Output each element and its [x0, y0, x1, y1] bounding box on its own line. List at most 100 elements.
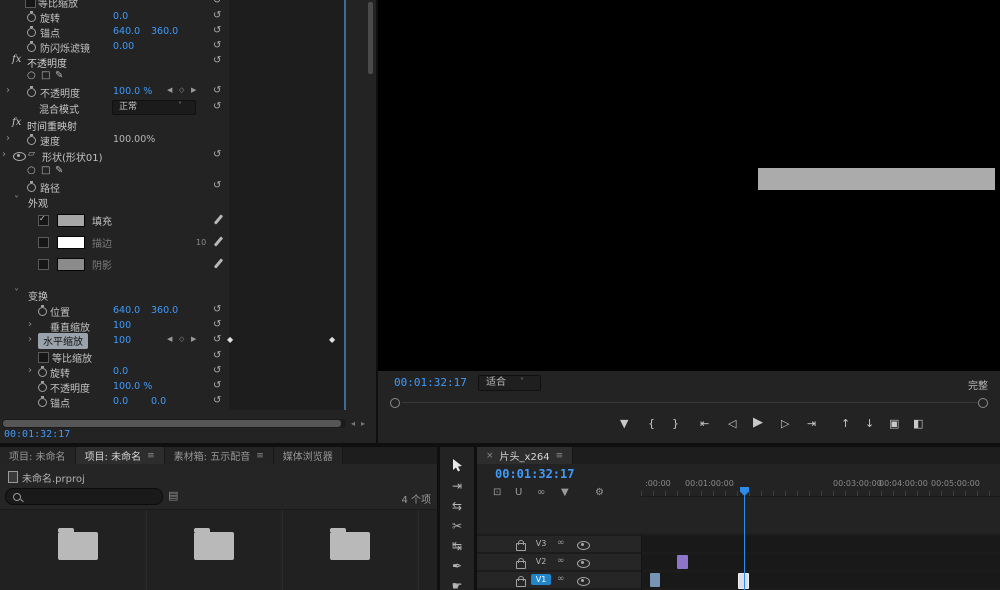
- lift-button[interactable]: ↑: [841, 417, 850, 430]
- reset-icon[interactable]: ↺: [213, 304, 221, 315]
- chevron-right-icon[interactable]: ›: [28, 319, 32, 330]
- graphic-overlay-bar[interactable]: [758, 168, 995, 190]
- eye-icon[interactable]: [577, 541, 590, 550]
- scroll-left-icon[interactable]: ◂: [351, 419, 355, 428]
- razor-tool[interactable]: ✂: [440, 519, 474, 533]
- lane-v2[interactable]: [642, 554, 1000, 570]
- program-timecode[interactable]: 00:01:32:17: [394, 376, 467, 389]
- eyedropper-icon[interactable]: [214, 258, 223, 268]
- checkbox[interactable]: [25, 0, 36, 8]
- chevron-right-icon[interactable]: ›: [28, 365, 32, 376]
- bin-folder-icon[interactable]: [194, 532, 234, 560]
- panel-menu-icon[interactable]: ≡: [147, 451, 155, 461]
- stopwatch-icon[interactable]: [27, 136, 36, 145]
- zoom-fit-dropdown[interactable]: 适合: [478, 375, 541, 391]
- mark-out-button[interactable]: }: [672, 417, 679, 430]
- bin-folder-icon[interactable]: [330, 532, 370, 560]
- rect-mask-icon[interactable]: □: [41, 70, 50, 81]
- extract-button[interactable]: ↓: [865, 417, 874, 430]
- panel-menu-icon[interactable]: ≡: [556, 451, 564, 461]
- playhead-line[interactable]: [744, 495, 745, 590]
- selection-tool[interactable]: [440, 459, 474, 475]
- uniform-scale-checkbox[interactable]: [38, 352, 49, 363]
- ec-time-remap-header[interactable]: fx 时间重映射: [0, 117, 230, 132]
- fill-checkbox[interactable]: [38, 215, 49, 226]
- scroll-right-icon[interactable]: ▸: [361, 419, 365, 428]
- tab-media-browser[interactable]: 媒体浏览器: [274, 447, 343, 464]
- chevron-right-icon[interactable]: ›: [6, 85, 10, 96]
- track-select-tool[interactable]: ⇥: [440, 479, 474, 493]
- pen-mask-icon[interactable]: ✎: [55, 70, 63, 81]
- property-value[interactable]: 100: [113, 335, 131, 346]
- track-label-targeted[interactable]: V1: [531, 574, 551, 585]
- eyedropper-icon[interactable]: [214, 214, 223, 224]
- tab-project-2[interactable]: 项目: 未命名 ≡: [76, 447, 165, 464]
- pen-mask-icon[interactable]: ✎: [55, 165, 63, 176]
- rect-mask-icon[interactable]: □: [41, 165, 50, 176]
- eye-icon[interactable]: [577, 559, 590, 568]
- reset-icon[interactable]: ↺: [213, 180, 221, 191]
- snap-magnet-icon[interactable]: U: [515, 487, 522, 498]
- stopwatch-icon[interactable]: [27, 43, 36, 52]
- stopwatch-icon[interactable]: [27, 28, 36, 37]
- property-value[interactable]: 640.0: [113, 26, 140, 37]
- keyframe-icon[interactable]: ◆: [329, 335, 335, 344]
- chevron-down-icon[interactable]: ˅: [14, 288, 19, 299]
- lock-icon[interactable]: [516, 561, 526, 569]
- property-value[interactable]: 100: [113, 320, 131, 331]
- track-label[interactable]: V2: [531, 556, 551, 567]
- shadow-color-swatch[interactable]: [57, 258, 85, 271]
- ec-effect-opacity-header[interactable]: fx 不透明度 ↺: [0, 54, 230, 69]
- lock-icon[interactable]: [516, 543, 526, 551]
- property-value[interactable]: 360.0: [151, 26, 178, 37]
- ec-section-appearance[interactable]: ˅ 外观: [0, 194, 230, 209]
- panel-menu-icon[interactable]: ≡: [256, 451, 264, 461]
- linked-selection-icon[interactable]: ∞: [537, 487, 545, 498]
- go-to-out-button[interactable]: ⇥: [807, 417, 816, 430]
- search-input[interactable]: [5, 488, 163, 505]
- prev-keyframe-icon[interactable]: ◀: [167, 86, 172, 94]
- seek-bar[interactable]: [402, 402, 978, 403]
- property-value[interactable]: 100.0 %: [113, 86, 152, 97]
- reset-icon[interactable]: ↺: [213, 319, 221, 330]
- ellipse-mask-icon[interactable]: ○: [27, 70, 36, 81]
- stroke-width-value[interactable]: 10: [196, 238, 206, 247]
- property-value[interactable]: 0.0: [151, 396, 166, 407]
- eye-icon[interactable]: [13, 152, 26, 161]
- reset-icon[interactable]: ↺: [213, 149, 221, 160]
- project-file-name[interactable]: 未命名.prproj: [22, 470, 85, 485]
- step-back-button[interactable]: ◁: [728, 417, 736, 430]
- ec-timecode[interactable]: 00:01:32:17: [4, 429, 70, 440]
- eyedropper-icon[interactable]: [214, 236, 223, 246]
- slip-tool[interactable]: ↹: [440, 539, 474, 553]
- stopwatch-icon[interactable]: [38, 383, 47, 392]
- seek-handle-left[interactable]: [390, 398, 400, 408]
- stopwatch-icon[interactable]: [38, 307, 47, 316]
- track-lanes[interactable]: [641, 534, 1000, 590]
- next-keyframe-icon[interactable]: ▶: [191, 335, 196, 343]
- ellipse-mask-icon[interactable]: ○: [27, 165, 36, 176]
- clip-v2[interactable]: [677, 555, 688, 569]
- property-value[interactable]: 640.0: [113, 305, 140, 316]
- shadow-checkbox[interactable]: [38, 259, 49, 270]
- add-marker-button[interactable]: ▼: [620, 417, 628, 430]
- bin-view-icon[interactable]: ▤: [168, 489, 178, 502]
- reset-icon[interactable]: ↺: [213, 395, 221, 406]
- property-value[interactable]: 360.0: [151, 305, 178, 316]
- ripple-edit-tool[interactable]: ⇆: [440, 499, 474, 513]
- reset-icon[interactable]: ↺: [213, 85, 221, 96]
- bin-folder-icon[interactable]: [58, 532, 98, 560]
- property-value[interactable]: 100.00%: [113, 134, 155, 145]
- ec-horizontal-scrollbar[interactable]: [2, 419, 346, 428]
- stopwatch-icon[interactable]: [38, 398, 47, 407]
- seek-handle-right[interactable]: [978, 398, 988, 408]
- add-marker-icon[interactable]: ▼: [561, 487, 569, 498]
- chevron-right-icon[interactable]: ›: [6, 133, 10, 144]
- hand-tool[interactable]: ☛: [440, 579, 474, 590]
- ec-keyframe-lane[interactable]: [229, 0, 346, 410]
- timeline-settings-wrench-icon[interactable]: ⚙: [595, 487, 604, 498]
- reset-icon[interactable]: ↺: [213, 25, 221, 36]
- program-monitor-video[interactable]: [378, 0, 1000, 371]
- export-frame-button[interactable]: ▣: [889, 417, 899, 430]
- pen-tool[interactable]: ✒: [440, 559, 474, 573]
